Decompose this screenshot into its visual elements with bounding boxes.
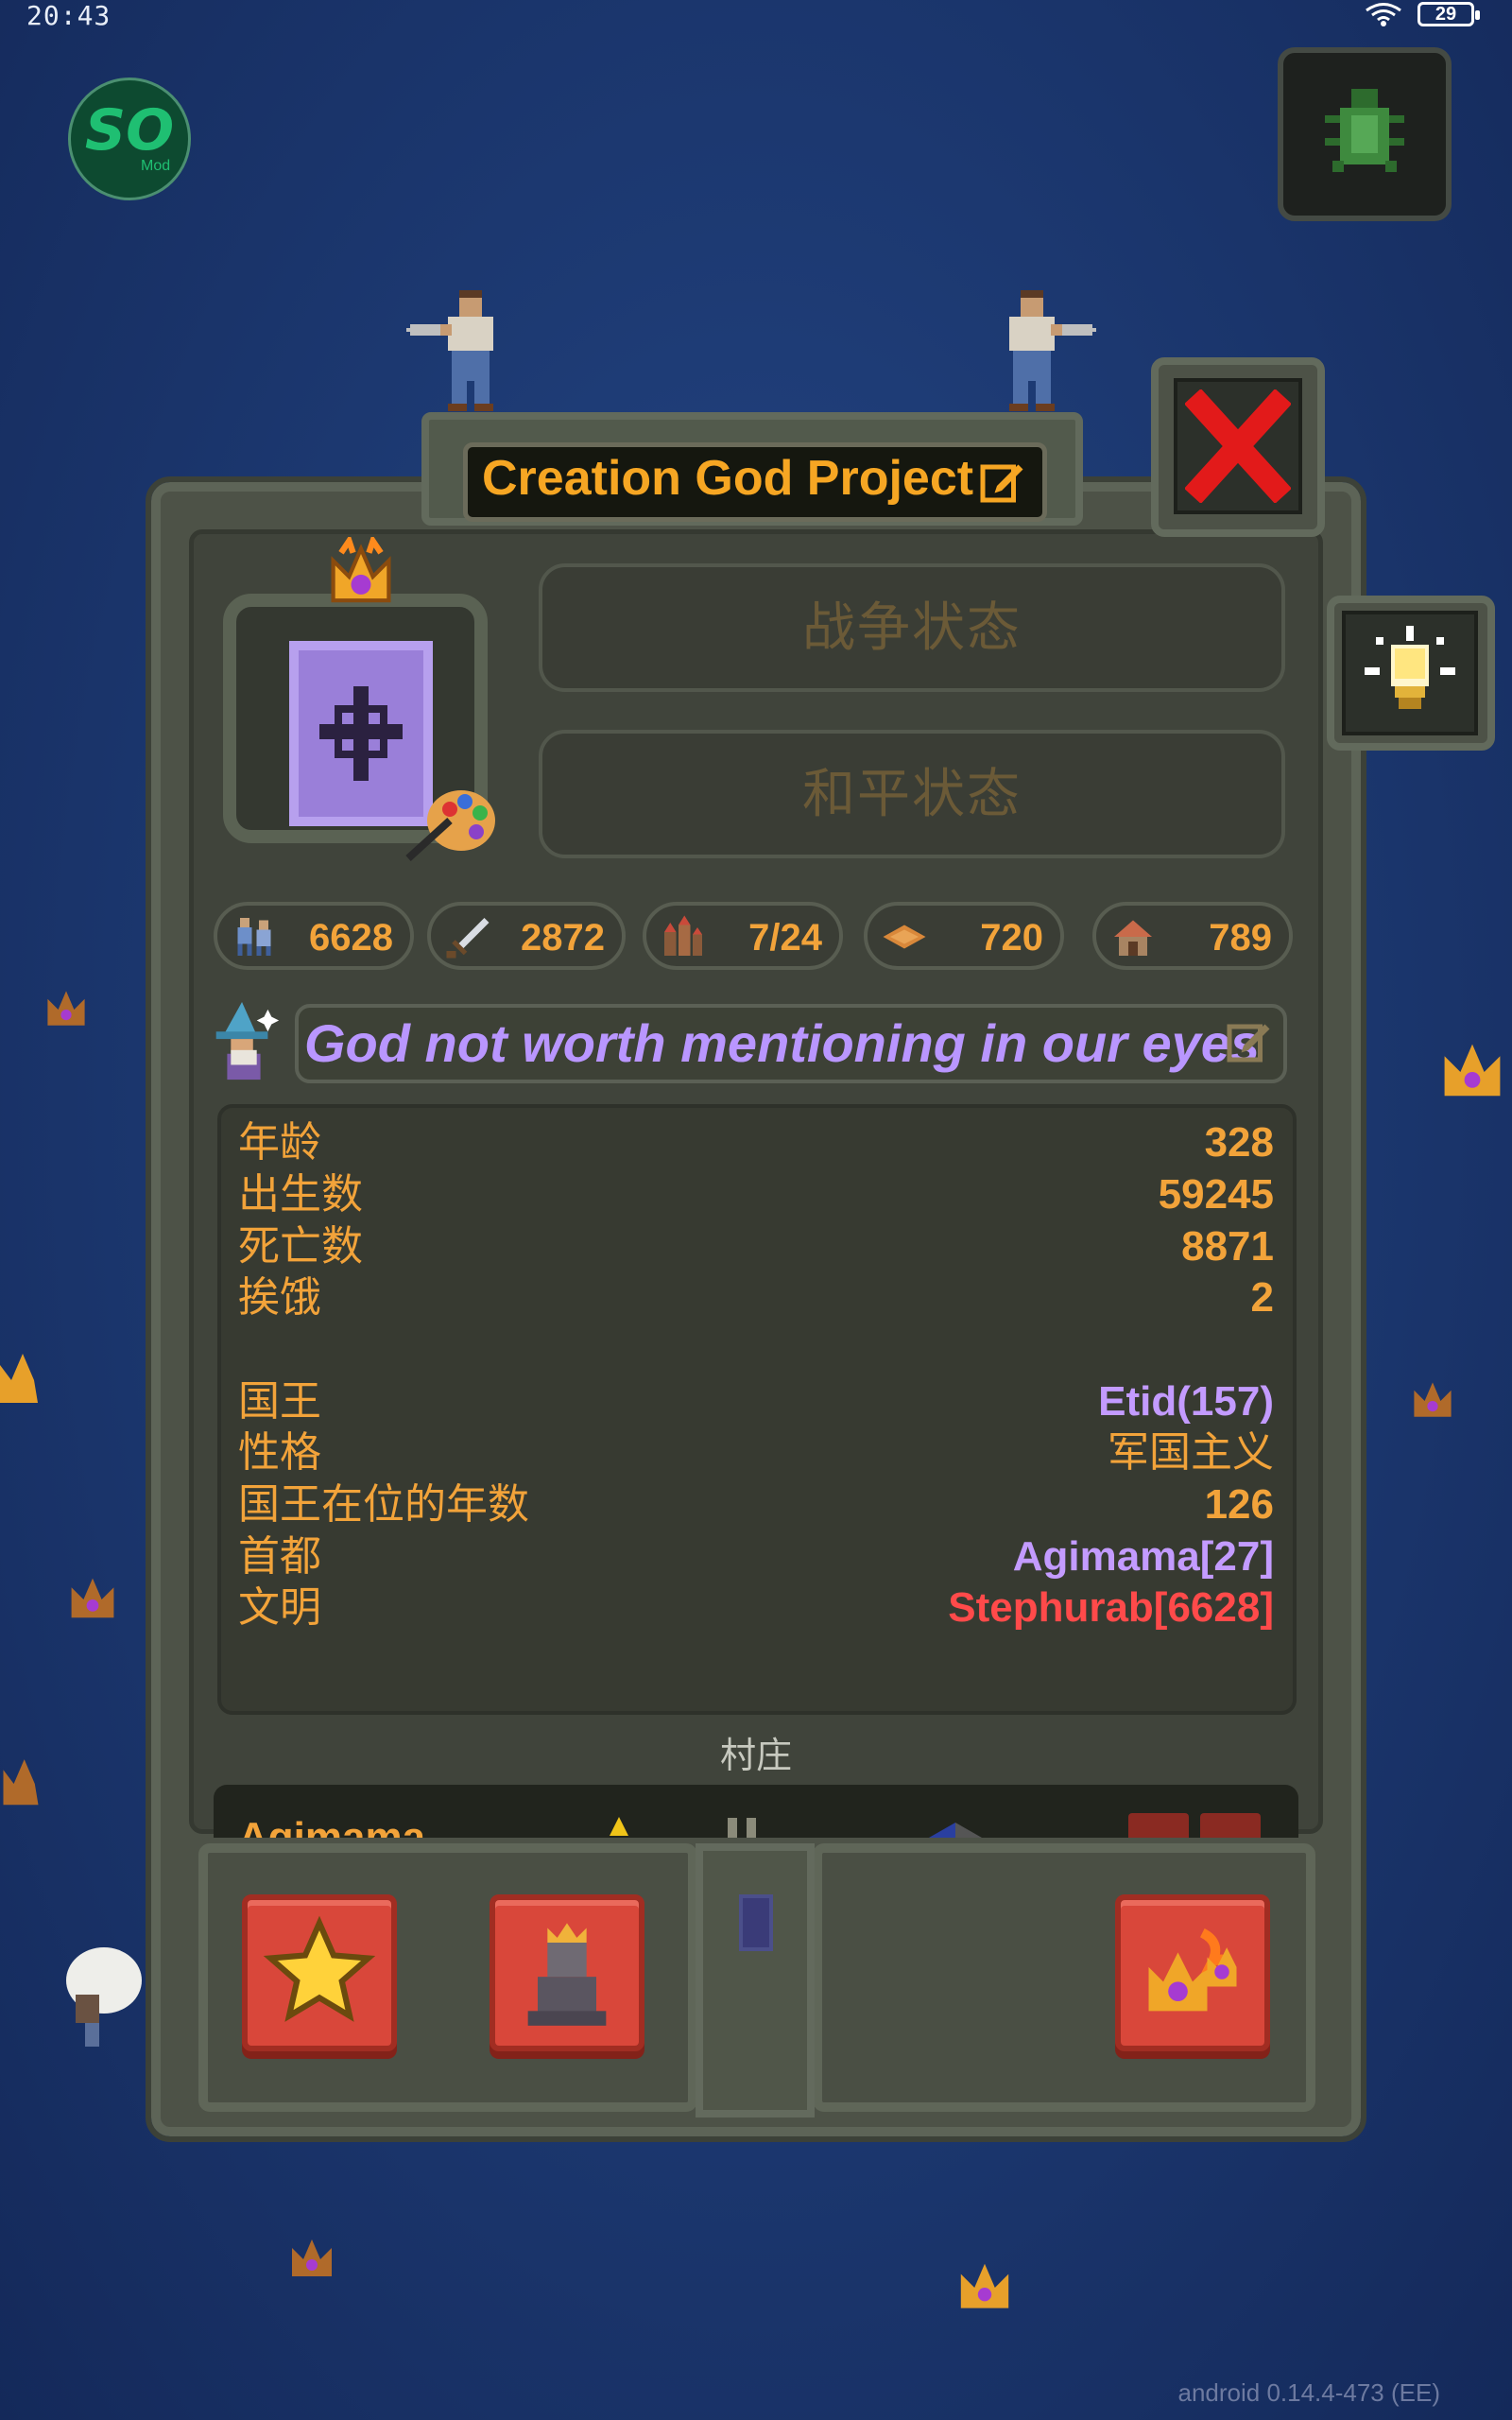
lightbulb-icon xyxy=(1365,626,1455,709)
palette-icon[interactable] xyxy=(404,783,495,862)
house-icon xyxy=(1114,920,1152,956)
banner-emblem-icon xyxy=(319,686,403,781)
army-value: 2872 xyxy=(521,917,605,959)
kingdom-motto: God not worth mentioning in our eyes xyxy=(304,1013,1261,1073)
star-icon xyxy=(263,1915,376,2022)
age-value: 328 xyxy=(1204,1119,1274,1166)
clock: 20:43 xyxy=(26,0,112,31)
edit-icon[interactable] xyxy=(978,458,1025,505)
culture-value[interactable]: Stephurab[6628] xyxy=(948,1582,1274,1634)
king-icon xyxy=(527,1923,607,2026)
so-mod-button[interactable]: SO Mod xyxy=(68,78,191,200)
war-state-button[interactable]: 战争状态 xyxy=(539,563,1285,692)
births-value: 59245 xyxy=(1158,1171,1274,1218)
star-icon xyxy=(586,1817,652,1836)
village-action-button[interactable] xyxy=(1128,1813,1189,1838)
kingdom-name: Creation God Project xyxy=(482,451,974,506)
crown-icon xyxy=(71,1578,114,1618)
bug-icon xyxy=(1325,89,1404,172)
villager-with-pitchfork-icon xyxy=(1009,290,1096,411)
close-icon[interactable] xyxy=(1185,389,1291,503)
crown-icon xyxy=(47,991,85,1026)
edit-icon[interactable] xyxy=(1225,1017,1272,1064)
peace-state-button[interactable]: 和平状态 xyxy=(539,730,1285,858)
destroy-kingdom-button[interactable] xyxy=(1115,1894,1270,2051)
buildings-value: 789 xyxy=(1209,917,1272,959)
sheep-icon xyxy=(66,1947,142,2047)
starving-label: 挨饿 xyxy=(238,1274,321,1321)
so-mod-logo-subtext: Mod xyxy=(141,158,171,174)
crown-icon xyxy=(0,1354,38,1403)
starving-value: 2 xyxy=(1250,1274,1274,1321)
villages-section-title: 村庄 xyxy=(719,1737,792,1776)
age-label: 年龄 xyxy=(238,1119,321,1166)
king-years-label: 国王在位的年数 xyxy=(238,1481,529,1528)
village-name: Agimama xyxy=(238,1814,426,1839)
villager-with-pitchfork-icon xyxy=(406,290,493,411)
stat-army[interactable]: 2872 xyxy=(427,902,626,970)
scrollbar-track[interactable] xyxy=(696,1843,815,2118)
territory-icon xyxy=(883,925,926,949)
crown-icon xyxy=(1414,1382,1452,1417)
personality-value: 军国主义 xyxy=(1108,1429,1274,1476)
deaths-value: 8871 xyxy=(1181,1223,1274,1270)
king-button[interactable] xyxy=(490,1894,644,2051)
culture-label: 文明 xyxy=(238,1584,321,1631)
crown-icon xyxy=(1444,1044,1501,1097)
cities-value: 7/24 xyxy=(748,917,822,959)
flag-icon xyxy=(929,1823,982,1838)
stat-buildings[interactable]: 789 xyxy=(1092,902,1293,970)
so-mod-logo-text: SO xyxy=(84,97,175,164)
city-icon xyxy=(664,915,702,956)
version-label: android 0.14.4-473 (EE) xyxy=(1177,2378,1440,2407)
crown-icon xyxy=(292,2239,332,2276)
king-years-value: 126 xyxy=(1204,1481,1274,1528)
deaths-label: 死亡数 xyxy=(238,1223,363,1270)
stat-territory[interactable]: 720 xyxy=(864,902,1064,970)
crown-icon xyxy=(3,1759,39,1806)
scrollbar-thumb[interactable] xyxy=(739,1894,773,1951)
stat-population[interactable]: 6628 xyxy=(214,902,414,970)
village-action-button[interactable] xyxy=(1200,1813,1261,1838)
crown-icon xyxy=(331,537,391,603)
battery-indicator: 29 xyxy=(1418,2,1480,26)
capital-label: 首都 xyxy=(238,1533,321,1580)
wizard-icon xyxy=(215,1002,280,1080)
population-icon xyxy=(728,1818,756,1838)
births-label: 出生数 xyxy=(238,1171,363,1218)
personality-label: 性格 xyxy=(238,1429,321,1476)
stat-cities[interactable]: 7/24 xyxy=(643,902,843,970)
population-value: 6628 xyxy=(309,917,393,959)
crown-icon xyxy=(960,2263,1009,2308)
hint-button[interactable] xyxy=(1342,611,1478,735)
king-label: 国王 xyxy=(238,1378,321,1425)
wifi-icon xyxy=(1366,3,1401,26)
bug-report-button[interactable] xyxy=(1278,47,1452,221)
sword-icon xyxy=(446,918,490,959)
status-bar: 20:43 29 xyxy=(0,0,1512,31)
favorite-button[interactable] xyxy=(242,1894,397,2051)
burning-crown-icon xyxy=(1148,1928,1237,2012)
village-list-row[interactable]: Agimama xyxy=(214,1785,1298,1838)
capital-value[interactable]: Agimama[27] xyxy=(1013,1531,1274,1582)
population-icon xyxy=(237,918,271,956)
territory-value: 720 xyxy=(980,917,1043,959)
king-value[interactable]: Etid(157) xyxy=(1098,1376,1274,1427)
